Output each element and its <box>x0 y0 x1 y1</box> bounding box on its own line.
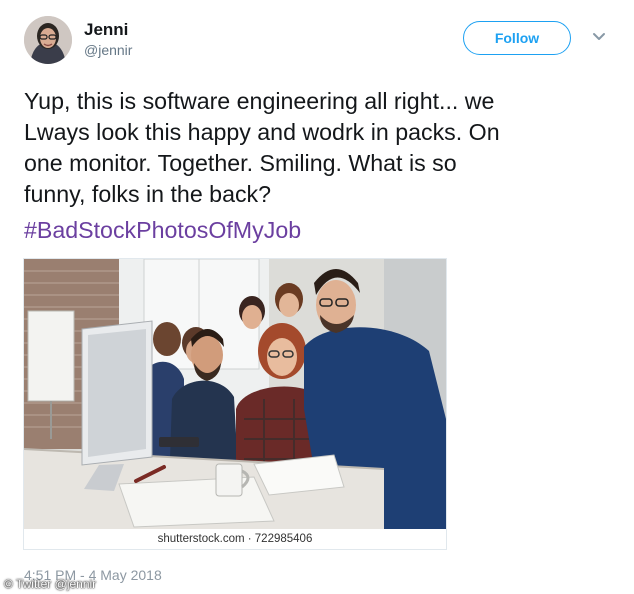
photo-card[interactable]: shutterstock.com · 722985406 <box>23 258 447 550</box>
avatar-image <box>24 16 72 64</box>
hashtag-link[interactable]: #BadStockPhotosOfMyJob <box>24 215 301 246</box>
avatar[interactable] <box>24 16 72 64</box>
photo-caption: shutterstock.com · 722985406 <box>24 529 446 549</box>
office-team-photo <box>24 259 446 529</box>
author-name[interactable]: Jenni <box>84 20 128 40</box>
watermark: © Twitter @jennir <box>4 577 97 591</box>
author-handle[interactable]: @jennir <box>84 42 132 58</box>
chevron-down-icon[interactable] <box>590 30 608 44</box>
tweet-text: Yup, this is software engineering all ri… <box>24 88 500 207</box>
follow-button[interactable]: Follow <box>463 21 571 55</box>
